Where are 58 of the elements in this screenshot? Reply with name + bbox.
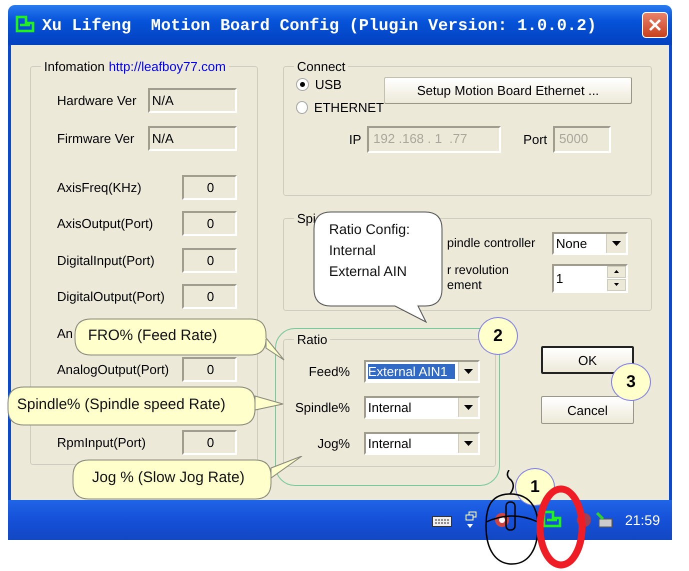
revolution-spinner[interactable]: 1 xyxy=(552,264,628,292)
field-label: DigitalOutput(Port) xyxy=(57,289,165,304)
down-arrow-icon xyxy=(614,283,619,286)
close-icon xyxy=(648,18,662,32)
window-title: Xu Lifeng Motion Board Config (Plugin Version: 1.0.0.2) xyxy=(42,16,598,34)
ratio-dropdown[interactable]: Internal xyxy=(364,432,480,455)
group-title: Connect xyxy=(297,59,346,74)
field-label: Spindle% xyxy=(294,400,350,415)
dialog-button[interactable]: OK xyxy=(541,346,634,374)
field-label: r revolution xyxy=(447,263,509,278)
field-label: ement xyxy=(447,278,482,293)
close-button[interactable] xyxy=(642,12,668,38)
dropdown-arrow-icon xyxy=(464,441,473,446)
value-field: 0 xyxy=(182,248,237,273)
callout-text: FRO% (Feed Rate) xyxy=(88,327,218,344)
website-link[interactable]: http://leafboy77.com xyxy=(108,59,226,74)
callout-text: External AIN xyxy=(329,263,408,279)
ratio-dropdown[interactable]: Internal xyxy=(364,396,480,419)
board-icon xyxy=(14,15,36,35)
ratio-dropdown[interactable]: External AIN1 xyxy=(364,360,480,383)
dropdown-arrow-icon xyxy=(464,405,473,410)
callout-text: Internal xyxy=(329,242,377,258)
controller-dropdown[interactable]: None xyxy=(552,232,628,255)
field-label: AnalogOutput(Port) xyxy=(57,362,170,378)
field-label: DigitalInput(Port) xyxy=(57,252,155,268)
windows-icon[interactable] xyxy=(464,511,477,529)
value-field: 0 xyxy=(182,284,237,310)
field-label: An xyxy=(57,326,73,341)
dropdown-arrow-icon xyxy=(464,369,473,374)
dropdown-arrow-icon xyxy=(612,241,621,246)
field-label: Feed% xyxy=(308,364,350,379)
value-field: 0 xyxy=(182,174,237,200)
field-label: Hardware Ver xyxy=(57,92,136,108)
up-arrow-icon xyxy=(614,270,619,273)
group-title: Spi xyxy=(297,211,316,226)
group-title: Infomation xyxy=(44,59,105,74)
field-label: pindle controller xyxy=(447,236,536,251)
version-field: N/A xyxy=(148,126,237,150)
board-icon[interactable] xyxy=(540,510,563,530)
callout-text: Spindle% (Spindle speed Rate) xyxy=(17,396,226,413)
callout-text: Ratio Config: xyxy=(329,221,410,237)
field-label: AxisOutput(Port) xyxy=(57,216,154,232)
value-field: 0 xyxy=(182,430,237,455)
field-label: RpmInput(Port) xyxy=(57,434,146,450)
version-field: N/A xyxy=(148,88,237,112)
keyboard-icon[interactable] xyxy=(432,513,452,527)
clock: 21:59 xyxy=(624,512,660,528)
field-label: AxisFreq(KHz) xyxy=(57,180,142,195)
callout-text: Jog % (Slow Jog Rate) xyxy=(92,469,245,486)
group-title: Ratio xyxy=(297,332,328,347)
value-field: 0 xyxy=(182,211,237,236)
field-label: Jog% xyxy=(316,436,350,451)
port-label: Port xyxy=(523,132,548,147)
ip-label: IP xyxy=(349,132,362,147)
field-label: Firmware Ver xyxy=(57,130,134,146)
value-field: 0 xyxy=(182,357,237,382)
dialog-button[interactable]: Cancel xyxy=(541,396,634,424)
network-icon[interactable] xyxy=(594,511,615,529)
